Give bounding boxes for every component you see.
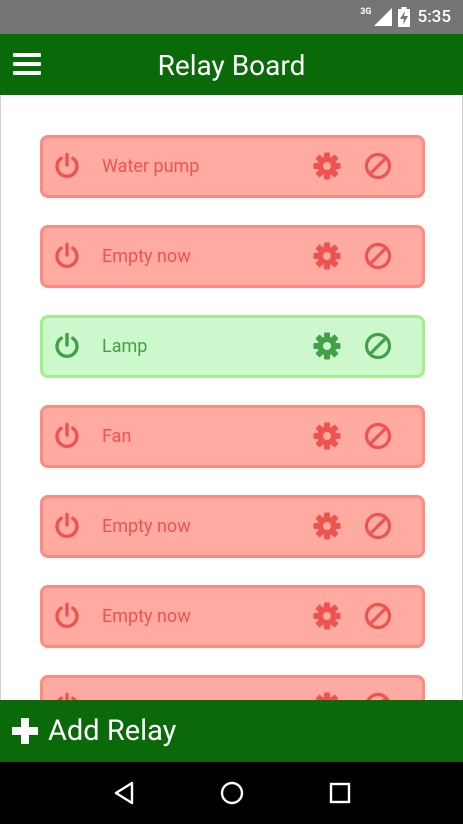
app-bar: Relay Board bbox=[0, 34, 463, 95]
power-icon[interactable] bbox=[53, 422, 81, 450]
relay-label: Water pump bbox=[102, 156, 200, 177]
relay-item[interactable]: Lamp bbox=[40, 315, 425, 378]
relay-item[interactable]: Fan bbox=[40, 405, 425, 468]
relay-item[interactable] bbox=[40, 675, 425, 700]
relay-item[interactable]: Water pump bbox=[40, 135, 425, 198]
relay-label: Empty now bbox=[102, 516, 191, 537]
block-icon[interactable] bbox=[363, 331, 393, 361]
recents-square-icon[interactable] bbox=[329, 782, 351, 804]
relay-item[interactable]: Empty now bbox=[40, 225, 425, 288]
gear-icon[interactable] bbox=[312, 241, 342, 271]
signal-icon bbox=[373, 8, 392, 26]
power-icon[interactable] bbox=[53, 332, 81, 360]
back-triangle-icon[interactable] bbox=[113, 781, 135, 805]
gear-icon[interactable] bbox=[312, 691, 342, 700]
gear-icon[interactable] bbox=[312, 151, 342, 181]
status-time: 5:35 bbox=[417, 7, 451, 27]
block-icon[interactable] bbox=[363, 691, 393, 700]
plus-icon bbox=[12, 718, 38, 744]
relay-label: Fan bbox=[102, 426, 132, 447]
add-relay-button[interactable]: Add Relay bbox=[0, 700, 463, 762]
network-type: 3G bbox=[360, 7, 372, 17]
relay-list[interactable]: Water pump Empty now Lamp Fan Empty now Empty… bbox=[0, 95, 463, 700]
block-icon[interactable] bbox=[363, 151, 393, 181]
relay-label: Empty now bbox=[102, 606, 191, 627]
power-icon[interactable] bbox=[53, 152, 81, 180]
power-icon[interactable] bbox=[53, 692, 81, 700]
gear-icon[interactable] bbox=[312, 331, 342, 361]
gear-icon[interactable] bbox=[312, 601, 342, 631]
gear-icon[interactable] bbox=[312, 421, 342, 451]
block-icon[interactable] bbox=[363, 241, 393, 271]
block-icon[interactable] bbox=[363, 511, 393, 541]
relay-item[interactable]: Empty now bbox=[40, 585, 425, 648]
power-icon[interactable] bbox=[53, 602, 81, 630]
home-circle-icon[interactable] bbox=[220, 781, 244, 805]
power-icon[interactable] bbox=[53, 242, 81, 270]
add-relay-label: Add Relay bbox=[48, 714, 177, 748]
gear-icon[interactable] bbox=[312, 511, 342, 541]
relay-item[interactable]: Empty now bbox=[40, 495, 425, 558]
block-icon[interactable] bbox=[363, 421, 393, 451]
status-bar: 3G 5:35 bbox=[0, 0, 463, 34]
battery-charging-icon bbox=[397, 7, 410, 27]
page-title: Relay Board bbox=[157, 49, 306, 82]
relay-label: Lamp bbox=[102, 336, 148, 357]
system-nav-bar bbox=[0, 762, 463, 824]
power-icon[interactable] bbox=[53, 512, 81, 540]
relay-label: Empty now bbox=[102, 246, 191, 267]
block-icon[interactable] bbox=[363, 601, 393, 631]
